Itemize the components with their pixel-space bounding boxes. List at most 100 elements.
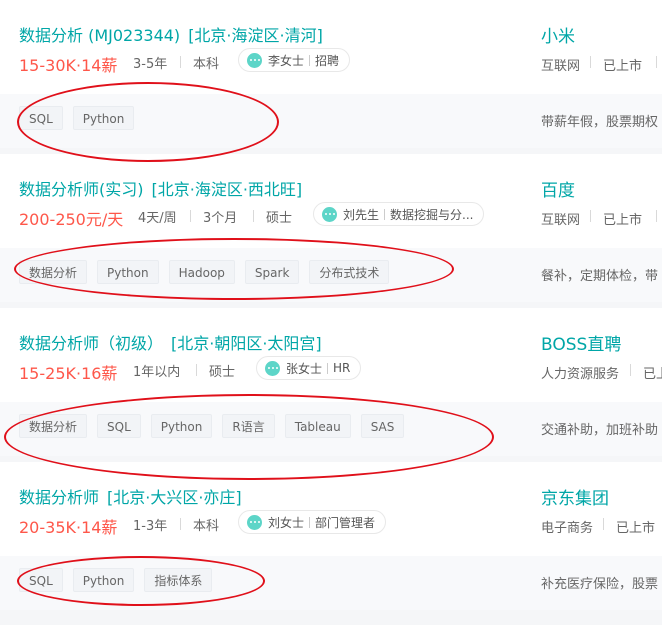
company-name-link[interactable]: 京东集团 [541, 484, 609, 509]
job-title[interactable]: 数据分析师 [19, 488, 99, 507]
job-education: 本科 [193, 519, 220, 534]
divider [309, 54, 311, 66]
skill-tag[interactable]: 分布式技术 [309, 260, 390, 284]
contact-recruiter-button[interactable]: 李女士 招聘 [238, 48, 351, 72]
chat-bubble-icon [247, 514, 262, 530]
contact-name: 刘先生 [343, 207, 380, 222]
job-location: [北京·大兴区·亦庄] [107, 488, 242, 507]
company-industry: 互联网 [541, 59, 581, 74]
job-location: [北京·海淀区·西北旺] [151, 180, 303, 199]
divider [384, 208, 386, 220]
divider [590, 56, 591, 68]
job-primary: 数据分析师(实习) [北京·海淀区·西北旺] 200-250元/天 4天/周 3个… [0, 154, 662, 248]
job-title-link[interactable]: 数据分析 (MJ023344) [北京·海淀区·清河] [19, 22, 323, 46]
job-salary: 15-30K·14薪 [19, 56, 118, 75]
skill-tags: SQL Python [19, 106, 144, 130]
skill-tag[interactable]: Python [72, 568, 135, 592]
chat-bubble-icon [265, 360, 280, 376]
contact-role: HR [333, 361, 351, 375]
job-title[interactable]: 数据分析师(实习) [19, 180, 144, 199]
chat-bubble-icon [322, 206, 337, 222]
job-salary: 20-35K·14薪 [19, 518, 118, 537]
skill-tag[interactable]: Python [97, 260, 159, 284]
divider [190, 210, 191, 222]
divider [253, 210, 254, 222]
contact-role: 招聘 [315, 53, 340, 68]
divider [630, 364, 631, 376]
company-stage: 已上市 [603, 213, 643, 228]
skill-tag[interactable]: Python [150, 414, 213, 438]
skill-tag[interactable]: SAS [360, 414, 405, 438]
job-card[interactable]: 数据分析师(实习) [北京·海淀区·西北旺] 200-250元/天 4天/周 3个… [0, 154, 662, 302]
divider [590, 210, 591, 222]
job-tags-row: 数据分析 Python Hadoop Spark 分布式技术 餐补，定期体检，带 [0, 248, 662, 302]
skill-tag[interactable]: 指标体系 [144, 568, 213, 592]
job-primary: 数据分析 (MJ023344) [北京·海淀区·清河] 15-30K·14薪 3-… [0, 0, 662, 94]
contact-name: 刘女士 [268, 515, 305, 530]
contact-recruiter-button[interactable]: 张女士 HR [256, 356, 362, 380]
skill-tag[interactable]: R语言 [222, 414, 275, 438]
job-education: 本科 [193, 57, 220, 72]
job-education: 硕士 [266, 211, 293, 226]
job-card[interactable]: 数据分析 (MJ023344) [北京·海淀区·清河] 15-30K·14薪 3-… [0, 0, 662, 148]
skill-tags: 数据分析 Python Hadoop Spark 分布式技术 [19, 260, 399, 284]
skill-tag[interactable]: 数据分析 [19, 414, 88, 438]
job-location: [北京·朝阳区·太阳宫] [171, 334, 322, 353]
company-industry: 互联网 [541, 213, 581, 228]
skill-tag[interactable]: SQL [19, 568, 63, 592]
divider [603, 518, 604, 530]
company-stage: 已上市 [616, 521, 656, 536]
contact-name: 张女士 [286, 361, 323, 376]
job-duration: 3个月 [203, 211, 238, 226]
job-title-link[interactable]: 数据分析师 [北京·大兴区·亦庄] [19, 484, 242, 508]
skill-tags: SQL Python 指标体系 [19, 568, 222, 592]
company-name-link[interactable]: 小米 [541, 22, 575, 47]
job-primary: 数据分析师 [北京·大兴区·亦庄] 20-35K·14薪 1-3年 本科 刘女士 … [0, 462, 662, 556]
skill-tag[interactable]: Tableau [284, 414, 351, 438]
job-education: 硕士 [209, 365, 236, 380]
job-title-link[interactable]: 数据分析师（初级） [北京·朝阳区·太阳宫] [19, 330, 322, 354]
job-benefits: 餐补，定期体检，带 [541, 269, 659, 284]
divider [180, 56, 181, 68]
job-salary: 200-250元/天 [19, 210, 124, 229]
company-stage: 已上 [643, 367, 662, 382]
chat-bubble-icon [247, 52, 262, 68]
job-title-link[interactable]: 数据分析师(实习) [北京·海淀区·西北旺] [19, 176, 302, 200]
skill-tag[interactable]: Python [72, 106, 135, 130]
job-card[interactable]: 数据分析师（初级） [北京·朝阳区·太阳宫] 15-25K·16薪 1年以内 硕士… [0, 308, 662, 456]
divider [309, 516, 311, 528]
job-benefits: 交通补助，加班补助 [541, 423, 659, 438]
skill-tag[interactable]: 数据分析 [19, 260, 88, 284]
job-location: [北京·海淀区·清河] [188, 26, 323, 45]
divider [196, 364, 197, 376]
job-salary: 15-25K·16薪 [19, 364, 118, 383]
company-name-link[interactable]: BOSS直聘 [541, 330, 621, 355]
contact-recruiter-button[interactable]: 刘先生 数据挖掘与分... [313, 202, 485, 226]
contact-name: 李女士 [268, 53, 305, 68]
skill-tag[interactable]: SQL [97, 414, 141, 438]
contact-recruiter-button[interactable]: 刘女士 部门管理者 [238, 510, 387, 534]
job-card[interactable]: 数据分析师 [北京·大兴区·亦庄] 20-35K·14薪 1-3年 本科 刘女士 … [0, 462, 662, 610]
company-industry: 人力资源服务 [541, 367, 620, 382]
skill-tag[interactable]: Hadoop [168, 260, 235, 284]
job-title[interactable]: 数据分析 (MJ023344) [19, 26, 180, 45]
job-experience: 1-3年 [133, 519, 168, 534]
job-primary: 数据分析师（初级） [北京·朝阳区·太阳宫] 15-25K·16薪 1年以内 硕士… [0, 308, 662, 402]
job-tags-row: SQL Python 指标体系 补充医疗保险，股票 [0, 556, 662, 610]
company-name-link[interactable]: 百度 [541, 176, 575, 201]
divider [180, 518, 181, 530]
company-industry: 电子商务 [541, 521, 594, 536]
job-tags-row: SQL Python 带薪年假，股票期权 [0, 94, 662, 148]
divider [656, 210, 657, 222]
job-benefits: 补充医疗保险，股票 [541, 577, 659, 592]
company-stage: 已上市 [603, 59, 643, 74]
skill-tag[interactable]: SQL [19, 106, 63, 130]
skill-tag[interactable]: Spark [244, 260, 300, 284]
contact-role: 部门管理者 [315, 515, 376, 530]
skill-tags: 数据分析 SQL Python R语言 Tableau SAS [19, 414, 414, 438]
job-experience: 1年以内 [133, 365, 181, 380]
job-work-schedule: 4天/周 [138, 211, 177, 226]
job-benefits: 带薪年假，股票期权 [541, 115, 659, 130]
contact-role: 数据挖掘与分... [390, 207, 474, 222]
job-title[interactable]: 数据分析师（初级） [19, 334, 163, 353]
